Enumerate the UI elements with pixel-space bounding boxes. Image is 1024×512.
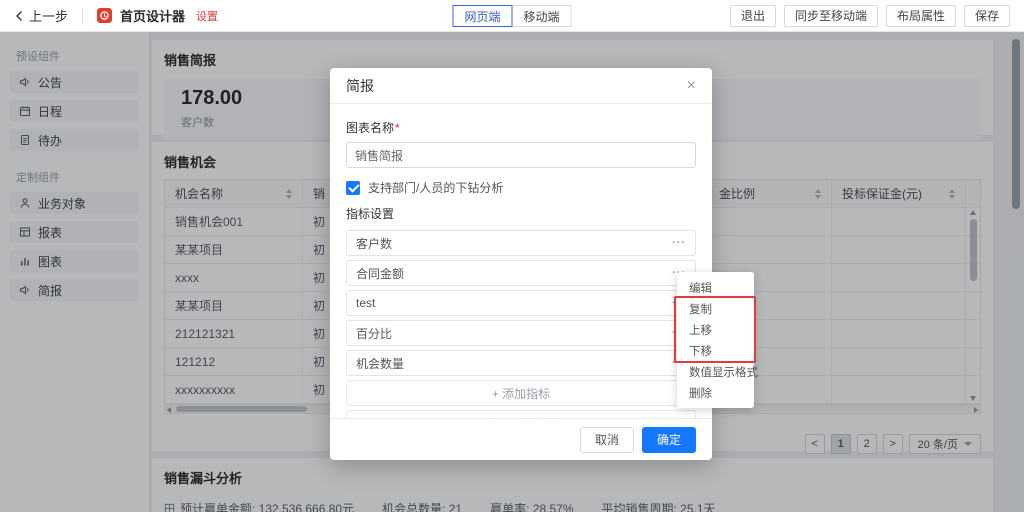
menu-item-copy[interactable]: 复制 [677,298,754,319]
back-chevron-icon [14,10,24,22]
more-actions-icon[interactable]: ··· [672,237,686,249]
menu-item-edit[interactable]: 编辑 [677,277,754,298]
add-indicator-button[interactable]: + 添加指标 [346,380,696,406]
layout-properties-button[interactable]: 布局属性 [886,5,956,27]
indicator-context-menu: 编辑 复制 上移 下移 数值显示格式 删除 [677,272,754,408]
checkbox-checked-icon[interactable] [346,181,360,195]
topbar: 上一步 首页设计器 设置 网页端 移动端 退出 同步至移动端 布局属性 保存 [0,0,1024,32]
tab-web-view[interactable]: 网页端 [452,5,512,27]
back-button[interactable]: 上一步 [14,6,68,25]
checkbox-label: 支持部门/人员的下钻分析 [368,179,503,196]
indicator-row-contract-amount[interactable]: 合同金额 ··· [346,260,696,286]
exit-button[interactable]: 退出 [730,5,776,27]
indicator-row-test[interactable]: test ··· [346,290,696,316]
required-asterisk: * [395,121,400,135]
indicator-row-opportunity-count[interactable]: 机会数量 ··· [346,350,696,376]
tab-mobile-view[interactable]: 移动端 [512,5,572,27]
menu-item-number-format[interactable]: 数值显示格式 [677,361,754,382]
divider [82,9,83,23]
page-title: 首页设计器 [120,6,185,25]
sync-to-mobile-button[interactable]: 同步至移动端 [784,5,878,27]
cancel-button[interactable]: 取消 [580,427,634,453]
view-switcher: 网页端 移动端 [452,0,571,32]
confirm-button[interactable]: 确定 [642,427,696,453]
modal-title: 简报 [346,76,374,96]
chart-name-input[interactable] [346,142,696,168]
indicator-settings-label: 指标设置 [346,205,696,222]
back-label: 上一步 [29,6,68,25]
drilldown-checkbox-row[interactable]: 支持部门/人员的下钻分析 [346,179,696,196]
settings-link[interactable]: 设置 [196,8,218,24]
app-logo-icon [97,8,112,23]
add-calc-indicator-button[interactable]: + 添加计算指标 [346,410,696,418]
save-button[interactable]: 保存 [964,5,1010,27]
menu-item-move-up[interactable]: 上移 [677,319,754,340]
menu-item-move-down[interactable]: 下移 [677,340,754,361]
indicator-row-percentage[interactable]: 百分比 ··· [346,320,696,346]
brief-settings-modal: 简报 × 图表名称* 支持部门/人员的下钻分析 指标设置 客户数 ··· 合同金… [330,68,712,460]
close-icon[interactable]: × [687,78,696,94]
chart-name-label: 图表名称* [346,119,696,136]
menu-item-delete[interactable]: 删除 [677,382,754,403]
indicator-row-customers[interactable]: 客户数 ··· [346,230,696,256]
